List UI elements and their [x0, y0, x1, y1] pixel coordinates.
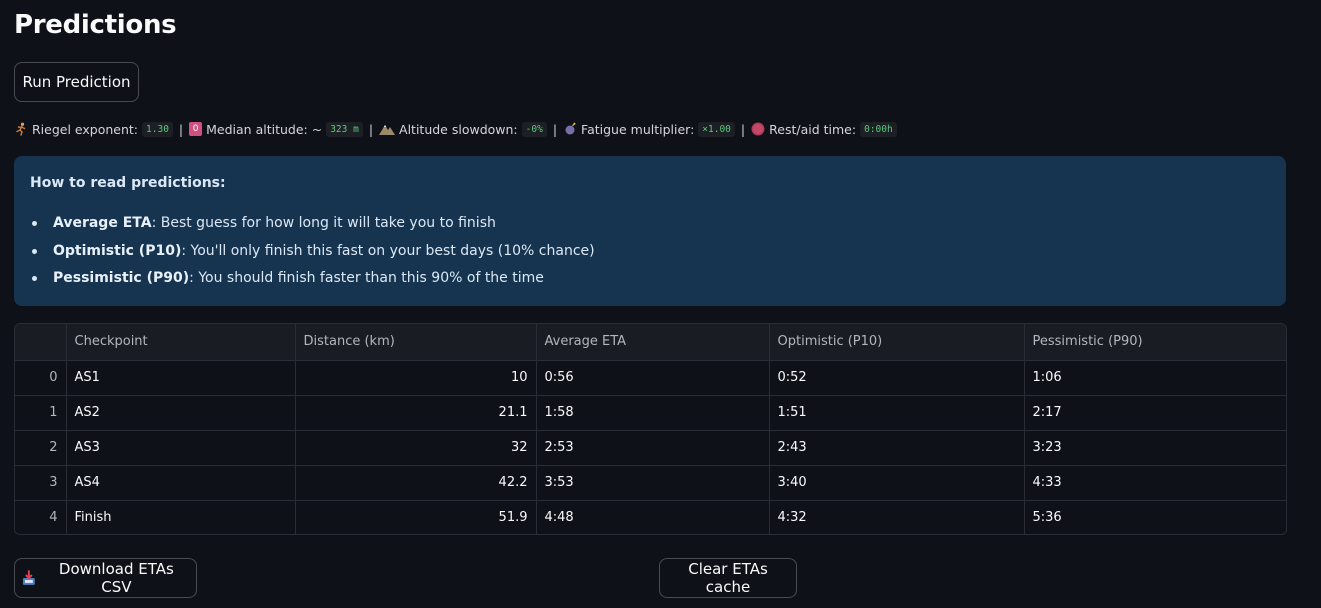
info-term: Pessimistic (P90) — [53, 270, 190, 286]
table-row: 3 AS4 42.2 3:53 3:40 4:33 — [15, 465, 1286, 501]
row-index: 4 — [15, 500, 67, 534]
median-altitude-label: Median altitude: ~ — [206, 121, 323, 137]
distance-cell[interactable]: 32 — [295, 430, 537, 466]
table-header-row: Checkpoint Distance (km) Average ETA Opt… — [15, 324, 1286, 361]
keycap-zero-icon: 0 — [189, 122, 203, 136]
separator: | — [178, 121, 184, 137]
model-parameters-line: Riegel exponent: 1.30 | 0 Median altitud… — [14, 119, 897, 139]
average-eta-cell[interactable]: 3:53 — [536, 465, 770, 501]
distance-cell[interactable]: 42.2 — [295, 465, 537, 501]
runner-icon — [16, 122, 26, 136]
page-title: Predictions — [14, 10, 177, 40]
info-item-optimistic: Optimistic (P10): You'll only finish thi… — [30, 242, 595, 270]
pessimistic-cell[interactable]: 1:06 — [1024, 360, 1286, 396]
optimistic-cell[interactable]: 2:43 — [769, 430, 1025, 466]
run-prediction-button[interactable]: Run Prediction — [14, 62, 139, 102]
separator: | — [552, 121, 558, 137]
column-header-distance[interactable]: Distance (km) — [295, 324, 537, 361]
info-desc: : Best guess for how long it will take y… — [151, 215, 496, 231]
altitude-slowdown-value: -0% — [521, 121, 547, 137]
info-list: Average ETA: Best guess for how long it … — [30, 214, 595, 297]
altitude-slowdown-label: Altitude slowdown: — [399, 121, 518, 137]
inbox-tray-icon — [22, 570, 35, 585]
separator: | — [368, 121, 374, 137]
table-row: 0 AS1 10 0:56 0:52 1:06 — [15, 360, 1286, 396]
info-term: Average ETA — [53, 215, 152, 231]
rest-aid-label: Rest/aid time: — [769, 121, 857, 137]
bomb-icon — [565, 122, 576, 135]
rest-aid-value: 0:00h — [860, 121, 897, 137]
distance-cell[interactable]: 10 — [295, 360, 537, 396]
info-title: How to read predictions: — [30, 175, 226, 191]
fatigue-label: Fatigue multiplier: — [581, 121, 695, 137]
column-header-index[interactable] — [15, 324, 67, 361]
eta-table[interactable]: Checkpoint Distance (km) Average ETA Opt… — [14, 323, 1287, 535]
median-altitude-value: 323 m — [326, 121, 363, 137]
download-button-label: Download ETAs CSV — [58, 560, 174, 596]
pessimistic-cell[interactable]: 5:36 — [1024, 500, 1286, 534]
optimistic-cell[interactable]: 4:32 — [769, 500, 1025, 534]
column-header-checkpoint[interactable]: Checkpoint — [66, 324, 296, 361]
fatigue-value: ×1.00 — [698, 121, 735, 137]
info-desc: : You should finish faster than this 90%… — [189, 270, 544, 286]
checkpoint-cell[interactable]: AS1 — [66, 360, 296, 396]
row-index: 0 — [15, 360, 67, 396]
table-row: 2 AS3 32 2:53 2:43 3:23 — [15, 430, 1286, 466]
pessimistic-cell[interactable]: 4:33 — [1024, 465, 1286, 501]
average-eta-cell[interactable]: 0:56 — [536, 360, 770, 396]
row-index: 3 — [15, 465, 67, 501]
column-header-optimistic[interactable]: Optimistic (P10) — [769, 324, 1025, 361]
pessimistic-cell[interactable]: 3:23 — [1024, 430, 1286, 466]
checkpoint-cell[interactable]: AS2 — [66, 395, 296, 431]
table-row: 1 AS2 21.1 1:58 1:51 2:17 — [15, 395, 1286, 431]
distance-cell[interactable]: 21.1 — [295, 395, 537, 431]
download-etas-csv-button[interactable]: Download ETAs CSV — [14, 558, 197, 598]
riegel-label: Riegel exponent: — [32, 121, 139, 137]
mountain-icon — [379, 125, 396, 135]
optimistic-cell[interactable]: 3:40 — [769, 465, 1025, 501]
separator: | — [740, 121, 746, 137]
info-term: Optimistic (P10) — [53, 242, 182, 259]
info-item-pessimistic: Pessimistic (P90): You should finish fas… — [30, 269, 595, 297]
average-eta-cell[interactable]: 2:53 — [536, 430, 770, 466]
average-eta-cell[interactable]: 1:58 — [536, 395, 770, 431]
riegel-value: 1.30 — [142, 121, 173, 137]
table-row: 4 Finish 51.9 4:48 4:32 5:36 — [15, 500, 1286, 534]
optimistic-cell[interactable]: 0:52 — [769, 360, 1025, 396]
checkpoint-cell[interactable]: AS4 — [66, 465, 296, 501]
how-to-read-info-box: How to read predictions: Average ETA: Be… — [14, 156, 1286, 306]
optimistic-cell[interactable]: 1:51 — [769, 395, 1025, 431]
row-index: 2 — [15, 430, 67, 466]
column-header-pessimistic[interactable]: Pessimistic (P90) — [1024, 324, 1286, 361]
info-desc: : You'll only finish this fast on your b… — [181, 242, 595, 259]
row-index: 1 — [15, 395, 67, 431]
info-item-average: Average ETA: Best guess for how long it … — [30, 214, 595, 242]
checkpoint-cell[interactable]: Finish — [66, 500, 296, 534]
checkpoint-cell[interactable]: AS3 — [66, 430, 296, 466]
stop-circle-icon — [751, 122, 765, 136]
column-header-average-eta[interactable]: Average ETA — [536, 324, 770, 361]
clear-etas-cache-button[interactable]: Clear ETAs cache — [659, 558, 797, 598]
average-eta-cell[interactable]: 4:48 — [536, 500, 770, 534]
distance-cell[interactable]: 51.9 — [295, 500, 537, 534]
pessimistic-cell[interactable]: 2:17 — [1024, 395, 1286, 431]
